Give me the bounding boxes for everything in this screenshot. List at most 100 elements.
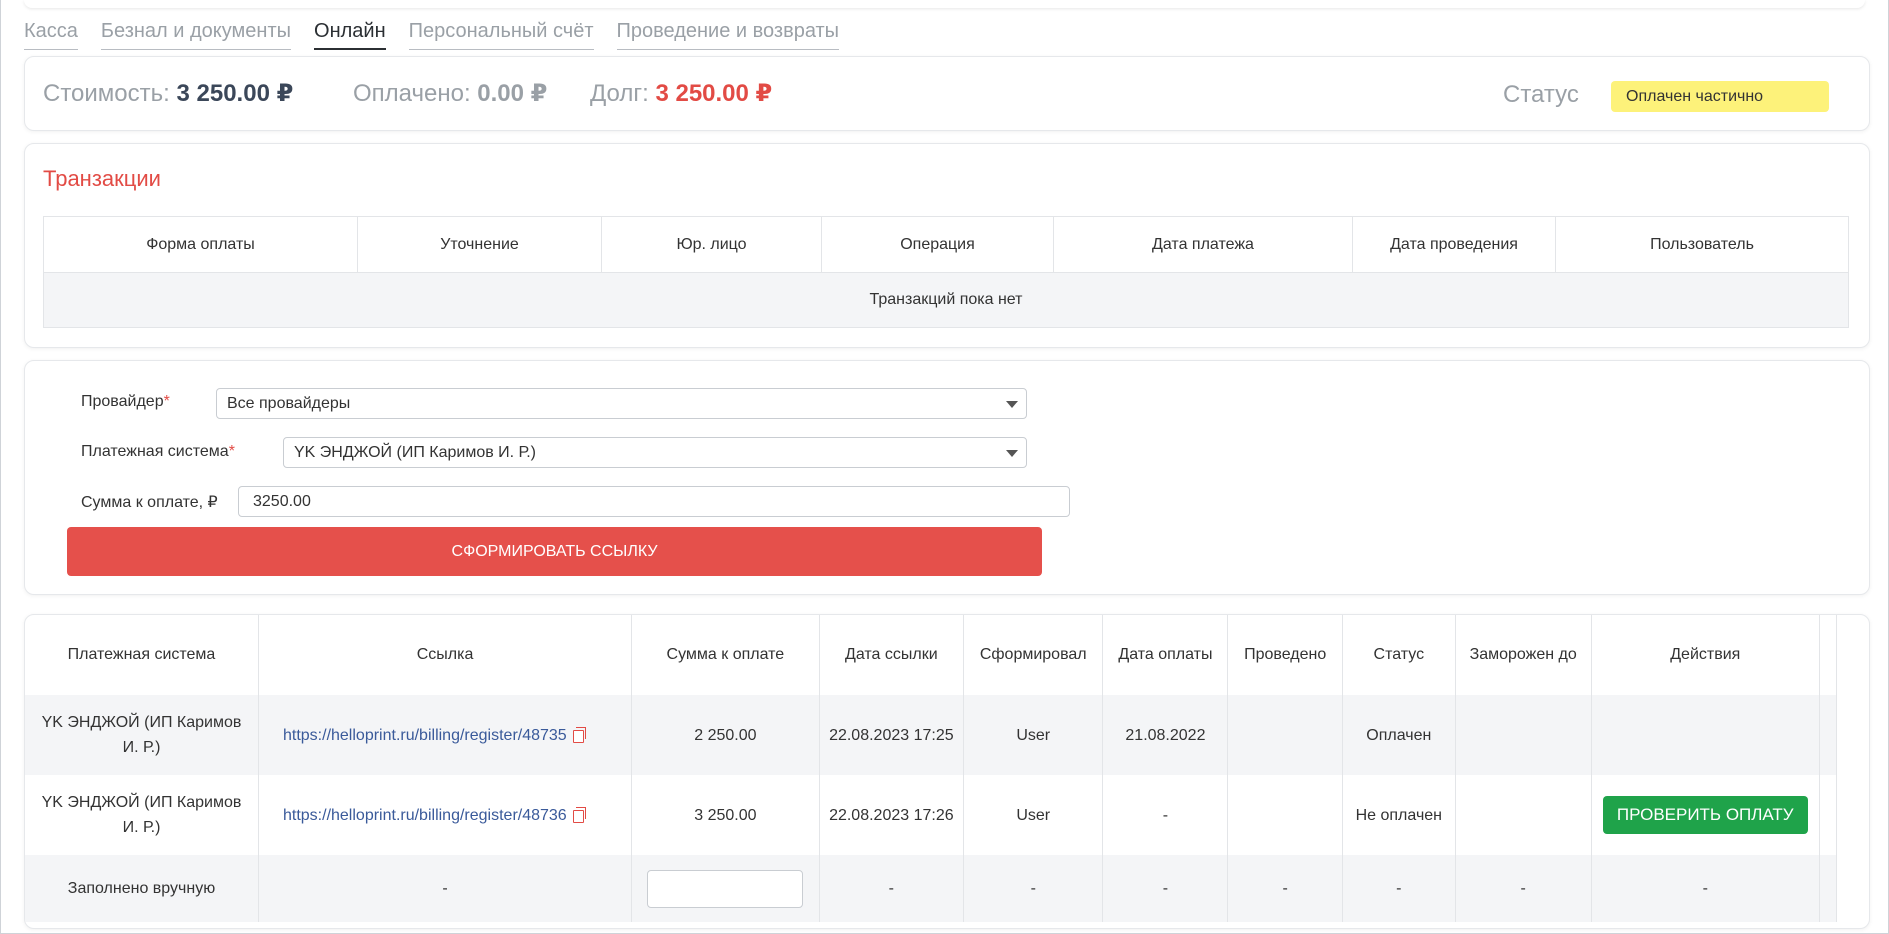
amount-input[interactable]: 3250.00 [238, 486, 1070, 517]
links-header-row: Платежная система Ссылка Сумма к оплате … [25, 615, 1837, 695]
cell-action: - [1591, 855, 1821, 922]
status-badge: Оплачен частично [1611, 81, 1829, 112]
payment-links-panel: Платежная система Ссылка Сумма к оплате … [24, 614, 1870, 929]
cost-value: 3 250.00 ₽ [176, 80, 294, 107]
link-form: Провайдер* Все провайдеры Платежная сист… [24, 360, 1870, 595]
paid-value: 0.00 ₽ [477, 80, 548, 107]
cell-link: - [258, 855, 633, 922]
cell-frozen [1455, 775, 1592, 855]
col-link: Ссылка [258, 615, 633, 695]
manual-amount-input[interactable] [647, 869, 804, 908]
cell-pay-date: 21.08.2022 [1102, 695, 1229, 775]
tab-kassa[interactable]: Касса [24, 18, 78, 50]
tab-personal-account[interactable]: Персональный счёт [408, 18, 594, 50]
amount-label: Сумма к оплате, ₽ [81, 494, 218, 511]
required-mark: * [228, 443, 235, 460]
cell-author: - [963, 855, 1104, 922]
copy-icon[interactable] [572, 806, 586, 823]
cell-frozen: - [1455, 855, 1592, 922]
cell-extra [1819, 695, 1837, 775]
col-author: Сформировал [963, 615, 1104, 695]
cell-extra [1819, 855, 1837, 922]
check-payment-button[interactable]: ПРОВЕРИТЬ ОПЛАТУ [1602, 796, 1808, 834]
payment-system-select[interactable]: YK ЭНДЖОЙ (ИП Каримов И. Р.) [283, 437, 1027, 468]
col-status: Статус [1342, 615, 1456, 695]
table-row: YK ЭНДЖОЙ (ИП Каримов И. Р.) https://hel… [25, 695, 1837, 775]
cell-action: ПРОВЕРИТЬ ОПЛАТУ [1591, 775, 1821, 855]
payment-link[interactable]: https://helloprint.ru/billing/register/4… [283, 807, 567, 824]
col-posting-date: Дата проведения [1352, 216, 1556, 273]
copy-icon[interactable] [572, 726, 586, 743]
col-payment-system: Платежная система [25, 615, 259, 695]
cell-posted [1227, 775, 1343, 855]
col-pay-date: Дата оплаты [1102, 615, 1229, 695]
cell-posted [1227, 695, 1343, 775]
cell-frozen [1455, 695, 1592, 775]
top-panel-edge [24, 0, 1865, 8]
system-label-text: Платежная система [81, 443, 229, 460]
cell-author: User [963, 695, 1104, 775]
provider-select-value: Все провайдеры [227, 395, 351, 412]
cell-system: YK ЭНДЖОЙ (ИП Каримов И. Р.) [25, 695, 259, 775]
col-posted: Проведено [1227, 615, 1343, 695]
cell-status: Оплачен [1342, 695, 1456, 775]
cell-status: - [1342, 855, 1456, 922]
generate-link-button[interactable]: СФОРМИРОВАТЬ ССЫЛКУ [67, 527, 1042, 576]
provider-label: Провайдер* [81, 393, 170, 411]
system-label: Платежная система* [81, 443, 235, 461]
table-row: YK ЭНДЖОЙ (ИП Каримов И. Р.) https://hel… [25, 775, 1837, 855]
cell-link-date: 22.08.2023 17:25 [819, 695, 965, 775]
col-actions: Действия [1591, 615, 1821, 695]
payment-system-select-value: YK ЭНДЖОЙ (ИП Каримов И. Р.) [294, 444, 536, 461]
cost-label: Стоимость: [43, 80, 170, 107]
col-link-date: Дата ссылки [819, 615, 965, 695]
cell-action [1591, 695, 1821, 775]
tab-bar: Касса Безнал и документы Онлайн Персонал… [24, 18, 840, 50]
col-payment-form: Форма оплаты [43, 216, 358, 273]
tab-online[interactable]: Онлайн [314, 18, 386, 50]
cell-link: https://helloprint.ru/billing/register/4… [258, 775, 633, 855]
debt-value: 3 250.00 ₽ [655, 80, 773, 107]
tab-beznal[interactable]: Безнал и документы [100, 18, 292, 50]
cell-author: User [963, 775, 1104, 855]
tab-posting-returns[interactable]: Проведение и возвраты [616, 18, 840, 50]
col-amount: Сумма к оплате [631, 615, 820, 695]
cell-pay-date: - [1102, 775, 1229, 855]
amount-input-value: 3250.00 [253, 493, 311, 510]
cost-summary: Стоимость: 3 250.00 ₽ [43, 79, 293, 109]
debt-summary: Долг: 3 250.00 ₽ [590, 79, 772, 109]
cell-amount: 2 250.00 [631, 695, 820, 775]
col-user: Пользователь [1555, 216, 1849, 273]
status-label: Статус [1503, 81, 1579, 108]
col-extra [1819, 615, 1837, 695]
transactions-header-row: Форма оплаты Уточнение Юр. лицо Операция… [43, 216, 1849, 273]
col-operation: Операция [821, 216, 1054, 273]
transactions-title: Транзакции [43, 166, 161, 191]
transactions-empty-text: Транзакций пока нет [43, 272, 1849, 328]
col-legal-entity: Юр. лицо [601, 216, 822, 273]
paid-label: Оплачено: [353, 80, 471, 107]
col-payment-date: Дата платежа [1053, 216, 1353, 273]
payment-link[interactable]: https://helloprint.ru/billing/register/4… [283, 727, 567, 744]
cell-amount [631, 855, 820, 922]
required-mark: * [163, 393, 170, 410]
chevron-down-icon [1006, 401, 1018, 408]
cell-extra [1819, 775, 1837, 855]
manual-row: Заполнено вручную - - - - - - - - [25, 855, 1837, 922]
payment-links-table: Платежная система Ссылка Сумма к оплате … [25, 615, 1837, 922]
transactions-panel: Транзакции Форма оплаты Уточнение Юр. ли… [24, 143, 1870, 348]
cell-pay-date: - [1102, 855, 1229, 922]
col-clarification: Уточнение [357, 216, 602, 273]
transactions-empty-row: Транзакций пока нет [43, 272, 1849, 328]
paid-summary: Оплачено: 0.00 ₽ [353, 79, 547, 109]
cell-link: https://helloprint.ru/billing/register/4… [258, 695, 633, 775]
provider-select[interactable]: Все провайдеры [216, 388, 1027, 419]
cell-link-date: - [819, 855, 965, 922]
payment-summary: Стоимость: 3 250.00 ₽ Оплачено: 0.00 ₽ Д… [24, 56, 1870, 131]
cell-posted: - [1227, 855, 1343, 922]
provider-label-text: Провайдер [81, 393, 164, 410]
debt-label: Долг: [590, 80, 649, 107]
cell-system: Заполнено вручную [25, 855, 259, 922]
cell-link-date: 22.08.2023 17:26 [819, 775, 965, 855]
transactions-table: Форма оплаты Уточнение Юр. лицо Операция… [43, 216, 1849, 328]
